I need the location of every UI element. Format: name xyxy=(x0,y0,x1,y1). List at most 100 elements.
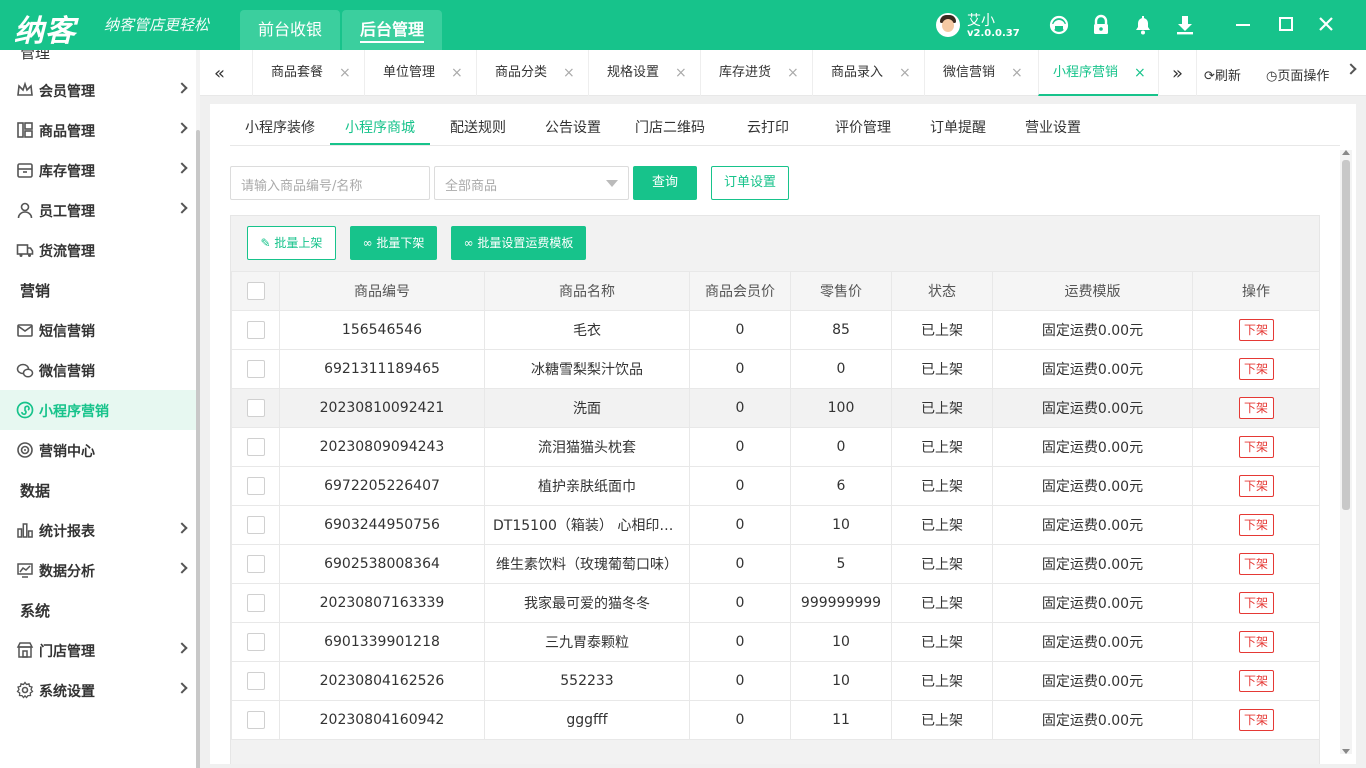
table-row[interactable]: 156546546 毛衣 0 85 已上架 固定运费0.00元 下架 xyxy=(231,310,1320,350)
subtab-cloud-print[interactable]: 云打印 xyxy=(747,117,789,137)
tab-front-cashier[interactable]: 前台收银 xyxy=(240,10,340,50)
category-select[interactable]: 全部商品 xyxy=(434,166,629,200)
page-tab[interactable]: 商品录入 × xyxy=(812,50,924,96)
page-tab[interactable]: 单位管理 × xyxy=(364,50,476,96)
close-icon[interactable]: × xyxy=(899,50,911,96)
page-operations-button[interactable]: ◷页面操作 xyxy=(1266,65,1329,84)
off-shelf-button[interactable]: 下架 xyxy=(1238,475,1274,497)
row-checkbox[interactable] xyxy=(246,555,265,573)
scroll-up-icon[interactable] xyxy=(1342,150,1350,155)
table-row[interactable]: 6972205226407 植护亲肤纸面巾 0 6 已上架 固定运费0.00元 下架 xyxy=(231,466,1320,506)
subtab-reviews[interactable]: 评价管理 xyxy=(835,117,891,137)
cell-action[interactable]: 下架 xyxy=(1192,544,1320,584)
row-checkbox[interactable] xyxy=(246,672,265,690)
minimize-button[interactable] xyxy=(1236,24,1250,26)
row-checkbox[interactable] xyxy=(246,438,265,456)
query-button[interactable]: 查询 xyxy=(633,166,697,200)
close-window-button[interactable] xyxy=(1316,14,1336,34)
row-checkbox[interactable] xyxy=(246,711,265,729)
page-tab[interactable]: 微信营销 × xyxy=(924,50,1038,96)
bell-icon[interactable] xyxy=(1132,14,1154,36)
table-row[interactable]: 20230809094243 流泪猫猫头枕套 0 0 已上架 固定运费0.00元 下架 xyxy=(231,427,1320,467)
tabs-scroll-left-icon[interactable]: « xyxy=(214,63,225,84)
row-checkbox-cell[interactable] xyxy=(231,388,280,428)
table-row[interactable]: 20230807163339 我家最可爱的猫冬冬 0 999999999 已上架 固定运费… xyxy=(231,583,1320,623)
row-checkbox-cell[interactable] xyxy=(231,544,280,584)
page-tab[interactable]: 规格设置 × xyxy=(588,50,700,96)
row-checkbox-cell[interactable] xyxy=(231,349,280,389)
cell-action[interactable]: 下架 xyxy=(1192,583,1320,623)
refresh-button[interactable]: ⟳刷新 xyxy=(1204,65,1241,84)
off-shelf-button[interactable]: 下架 xyxy=(1238,319,1274,341)
row-checkbox-cell[interactable] xyxy=(231,310,280,350)
row-checkbox-cell[interactable] xyxy=(231,466,280,506)
row-checkbox-cell[interactable] xyxy=(231,661,280,701)
page-tab[interactable]: 商品套餐 × xyxy=(252,50,364,96)
page-tab[interactable]: 库存进货 × xyxy=(700,50,812,96)
scrollbar-thumb[interactable] xyxy=(1342,160,1350,510)
row-checkbox[interactable] xyxy=(246,594,265,612)
sidebar-scrollbar[interactable] xyxy=(196,50,200,768)
close-icon[interactable]: × xyxy=(1134,50,1146,96)
subtab-order-reminder[interactable]: 订单提醒 xyxy=(930,117,986,137)
off-shelf-button[interactable]: 下架 xyxy=(1238,436,1274,458)
off-shelf-button[interactable]: 下架 xyxy=(1238,514,1274,536)
row-checkbox-cell[interactable] xyxy=(231,622,280,662)
select-all-checkbox[interactable] xyxy=(246,282,265,300)
subtab-mall[interactable]: 小程序商城 xyxy=(345,117,415,137)
row-checkbox[interactable] xyxy=(246,516,265,534)
subtab-decoration[interactable]: 小程序装修 xyxy=(245,117,315,137)
batch-on-shelf-button[interactable]: ✎ 批量上架 xyxy=(247,226,336,260)
row-checkbox[interactable] xyxy=(246,399,265,417)
cell-action[interactable]: 下架 xyxy=(1192,622,1320,662)
page-tab[interactable]: 商品分类 × xyxy=(476,50,588,96)
close-icon[interactable]: × xyxy=(563,50,575,96)
cell-action[interactable]: 下架 xyxy=(1192,349,1320,389)
off-shelf-button[interactable]: 下架 xyxy=(1238,553,1274,575)
page-tab-active[interactable]: 小程序营销 × xyxy=(1038,50,1158,96)
user-profile[interactable]: 艾小 v2.0.0.37 xyxy=(936,10,1046,42)
off-shelf-button[interactable]: 下架 xyxy=(1238,631,1274,653)
close-icon[interactable]: × xyxy=(675,50,687,96)
select-all-cell[interactable] xyxy=(231,271,280,311)
sidebar-item-inventory[interactable]: 库存管理 xyxy=(0,150,196,190)
off-shelf-button[interactable]: 下架 xyxy=(1238,709,1274,731)
off-shelf-button[interactable]: 下架 xyxy=(1238,670,1274,692)
order-settings-button[interactable]: 订单设置 xyxy=(711,166,789,200)
row-checkbox[interactable] xyxy=(246,633,265,651)
close-icon[interactable]: × xyxy=(451,50,463,96)
search-input[interactable]: 请输入商品编号/名称 xyxy=(230,166,430,200)
batch-off-shelf-button[interactable]: ∞ 批量下架 xyxy=(350,226,437,260)
tabs-scroll-right-icon[interactable]: » xyxy=(1172,63,1183,84)
table-row[interactable]: 20230804160942 gggfff 0 11 已上架 固定运费0.00元 下架 xyxy=(231,700,1320,740)
off-shelf-button[interactable]: 下架 xyxy=(1238,592,1274,614)
subtab-business-settings[interactable]: 营业设置 xyxy=(1025,117,1081,137)
sidebar-item-marketing-center[interactable]: 营销中心 xyxy=(0,430,196,470)
off-shelf-button[interactable]: 下架 xyxy=(1238,358,1274,380)
sidebar-item-analysis[interactable]: 数据分析 xyxy=(0,550,196,590)
row-checkbox-cell[interactable] xyxy=(231,700,280,740)
cell-action[interactable]: 下架 xyxy=(1192,466,1320,506)
subtab-announcement[interactable]: 公告设置 xyxy=(545,117,601,137)
support-icon[interactable] xyxy=(1048,14,1070,36)
table-row[interactable]: 20230810092421 洗面 0 100 已上架 固定运费0.00元 下架 xyxy=(231,388,1320,428)
sidebar-item-miniprogram[interactable]: 小程序营销 xyxy=(0,390,196,430)
sidebar-item-logistics[interactable]: 货流管理 xyxy=(0,230,196,270)
row-checkbox-cell[interactable] xyxy=(231,583,280,623)
download-icon[interactable] xyxy=(1174,14,1196,36)
row-checkbox[interactable] xyxy=(246,477,265,495)
sidebar-item-staff[interactable]: 员工管理 xyxy=(0,190,196,230)
table-row[interactable]: 6901339901218 三九胃泰颗粒 0 10 已上架 固定运费0.00元 下架 xyxy=(231,622,1320,662)
close-icon[interactable]: × xyxy=(787,50,799,96)
scroll-down-icon[interactable] xyxy=(1342,749,1350,754)
row-checkbox[interactable] xyxy=(246,321,265,339)
close-icon[interactable]: × xyxy=(339,50,351,96)
close-icon[interactable]: × xyxy=(1011,50,1023,96)
cell-action[interactable]: 下架 xyxy=(1192,388,1320,428)
sidebar-item-stats[interactable]: 统计报表 xyxy=(0,510,196,550)
chevron-right-icon[interactable] xyxy=(1345,63,1357,75)
tab-back-management[interactable]: 后台管理 xyxy=(342,10,442,50)
table-row[interactable]: 6902538008364 维生素饮料（玫瑰葡萄口味） 0 5 已上架 固定运费0.00元… xyxy=(231,544,1320,584)
off-shelf-button[interactable]: 下架 xyxy=(1238,397,1274,419)
table-row[interactable]: 20230804162526 552233 0 10 已上架 固定运费0.00元 下架 xyxy=(231,661,1320,701)
